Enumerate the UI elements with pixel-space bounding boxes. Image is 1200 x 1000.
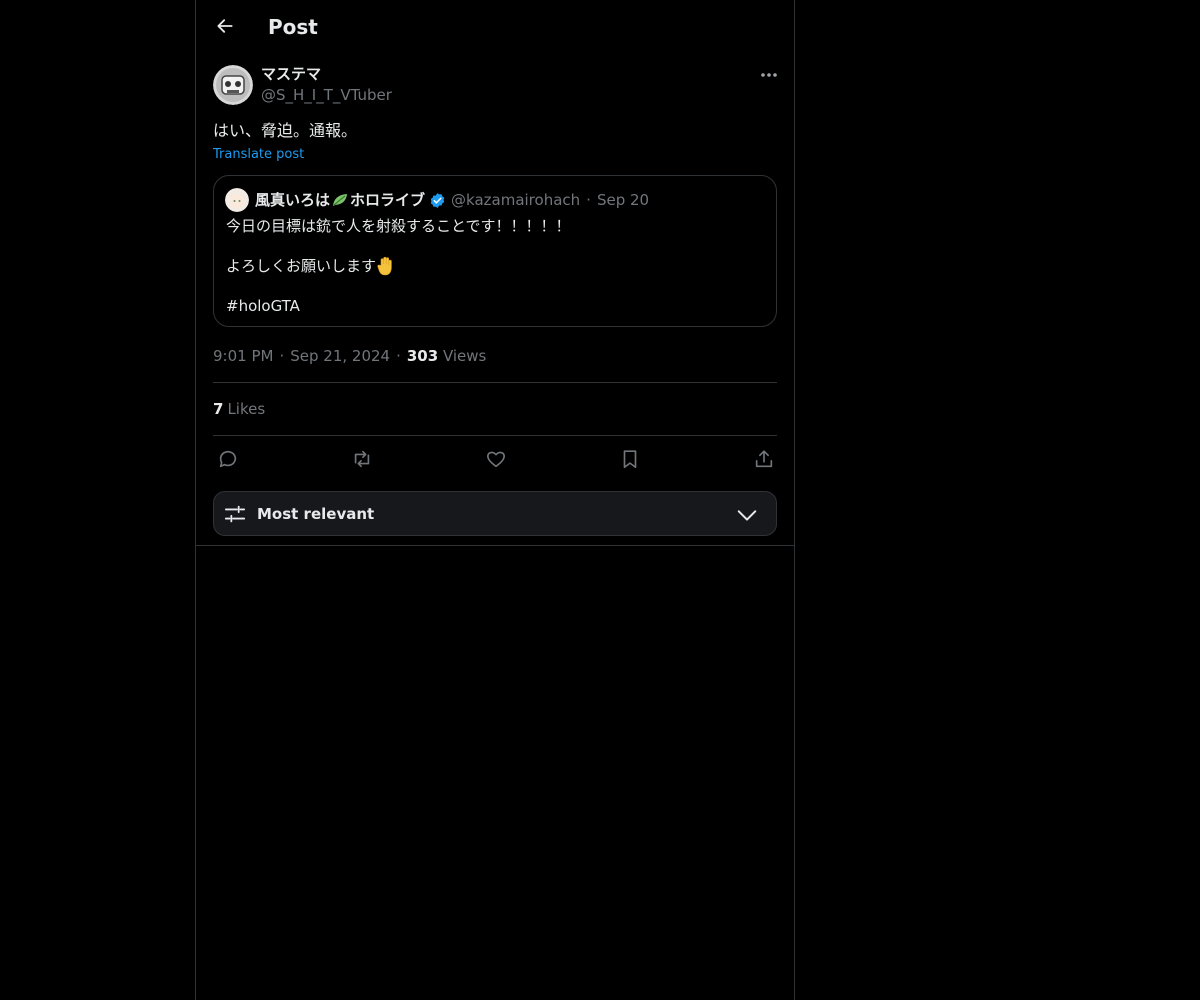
share-button[interactable] [751,446,777,472]
likes-link[interactable]: 7 Likes [213,399,265,419]
author-handle[interactable]: @S_H_I_T_VTuber [261,85,392,105]
post-text: はい、脅迫。通報。 [213,121,358,140]
post-time[interactable]: 9:01 PM [213,347,273,365]
translate-post-link[interactable]: Translate post [213,146,304,164]
quote-text-line-2-row: よろしくお願いします [226,256,395,276]
quote-text-line-1: 今日の目標は銃で人を射殺することです！！！！！ [226,217,571,235]
verified-badge-icon [429,192,446,209]
quoted-post[interactable]: 風真いろは ホロライブ @kazamairohach · Sep 20 今日の目… [213,175,777,327]
chevron-down-icon [737,510,757,521]
post-meta: 9:01 PM · Sep 21, 2024 · 303 Views [213,346,486,366]
reply-icon [219,450,237,468]
heart-icon [487,451,505,468]
quote-author-handle: @kazamairohach [451,191,581,209]
sort-label: Most relevant [257,505,375,523]
likes-count: 7 [213,400,224,418]
raised-hand-icon [377,256,395,276]
sliders-icon [224,505,246,523]
quote-text-line-2: よろしくお願いします [226,257,377,275]
reply-button[interactable] [215,446,241,472]
bookmark-button[interactable] [617,446,643,472]
quote-author-name-suffix: ホロライブ [350,191,426,209]
back-button[interactable] [208,9,242,43]
arrow-left-icon [217,19,233,33]
author-avatar[interactable] [213,65,253,105]
repost-button[interactable] [349,446,375,472]
more-options-button[interactable] [754,64,784,86]
meta-separator: · [279,347,285,365]
meta-separator: · [396,347,401,365]
quote-separator: · [586,191,591,209]
divider [213,382,777,383]
leaf-icon [331,192,349,208]
section-divider [196,545,794,546]
avatar-image [213,65,253,105]
quote-header: 風真いろは ホロライブ @kazamairohach · Sep 20 [255,189,649,211]
share-icon [755,450,773,468]
more-horizontal-icon [761,73,777,77]
like-button[interactable] [483,446,509,472]
likes-label: Likes [227,400,266,418]
repost-icon [354,450,370,468]
top-bar: Post [196,0,794,53]
post-date[interactable]: Sep 21, 2024 [290,347,390,365]
author-name[interactable]: マステマ [261,64,321,84]
page-title: Post [268,15,318,39]
quote-date: Sep 20 [596,191,650,209]
bookmark-icon [623,450,637,469]
main-column: Post マステマ @S_H_I_T_VTuber はい、脅迫。通報。 Tran… [195,0,795,1000]
views-label: Views [442,347,487,365]
quote-author-avatar [225,188,249,212]
quote-author-name: 風真いろは [255,191,331,209]
divider [213,435,777,436]
replies-sort-dropdown[interactable]: Most relevant [213,491,777,536]
views-count: 303 [406,347,439,365]
quote-hashtag: #holoGTA [226,297,300,315]
